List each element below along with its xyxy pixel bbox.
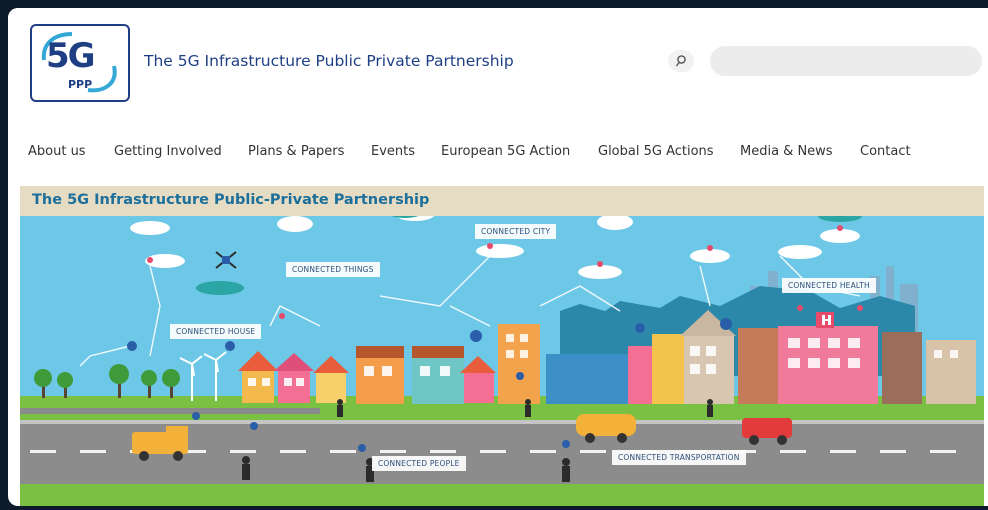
- label-connected-house: CONNECTED HOUSE: [170, 324, 262, 339]
- site-logo[interactable]: 5G PPP: [30, 24, 130, 102]
- hero-banner[interactable]: The 5G Infrastructure Public-Private Par…: [20, 186, 984, 506]
- label-connected-people: CONNECTED PEOPLE: [372, 456, 466, 471]
- browser-page: 5G PPP The 5G Infrastructure Public Priv…: [8, 8, 988, 506]
- search-icon[interactable]: [668, 50, 694, 72]
- nav-item-media-news[interactable]: Media & News: [740, 144, 833, 159]
- label-connected-things: CONNECTED THINGS: [286, 262, 380, 277]
- main-nav: About us Getting Involved Plans & Papers…: [8, 136, 988, 172]
- nav-item-events[interactable]: Events: [371, 144, 415, 159]
- banner-title-bar: The 5G Infrastructure Public-Private Par…: [20, 186, 984, 216]
- nav-item-contact[interactable]: Contact: [860, 144, 911, 159]
- logo-ppp-text: PPP: [68, 78, 93, 91]
- search-input[interactable]: [710, 46, 982, 76]
- city-scene-graphic: [20, 216, 984, 506]
- nav-item-about-us[interactable]: About us: [28, 144, 86, 159]
- nav-item-global-5g-actions[interactable]: Global 5G Actions: [598, 144, 714, 159]
- label-connected-city: CONNECTED CITY: [475, 224, 557, 239]
- site-title[interactable]: The 5G Infrastructure Public Private Par…: [144, 52, 514, 70]
- label-connected-health: CONNECTED HEALTH: [782, 278, 876, 293]
- label-connected-transportation: CONNECTED TRANSPORTATION: [612, 450, 746, 465]
- nav-item-european-5g-action[interactable]: European 5G Action: [441, 144, 570, 159]
- connected-city-illustration: CONNECTED CITY CONNECTED THINGS CONNECTE…: [20, 216, 984, 506]
- nav-item-getting-involved[interactable]: Getting Involved: [114, 144, 222, 159]
- nav-item-plans-papers[interactable]: Plans & Papers: [248, 144, 344, 159]
- banner-title: The 5G Infrastructure Public-Private Par…: [32, 192, 430, 208]
- site-header: 5G PPP The 5G Infrastructure Public Priv…: [8, 8, 988, 120]
- logo-5g-text: 5G: [46, 36, 96, 76]
